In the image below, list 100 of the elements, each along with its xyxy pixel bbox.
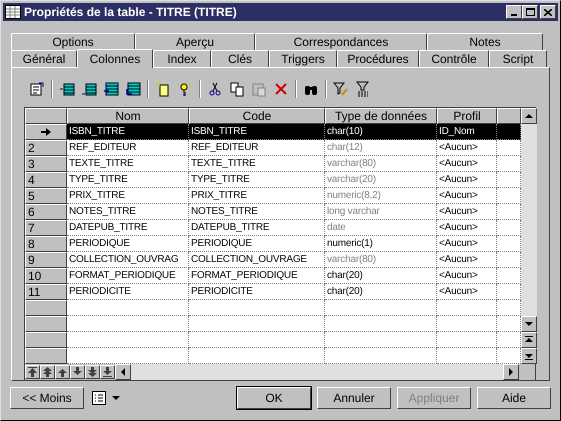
tab[interactable]: Aperçu — [135, 33, 255, 50]
page-up-button[interactable] — [40, 365, 55, 379]
row-header[interactable] — [25, 124, 67, 140]
table-cell: <Aucun> — [437, 252, 497, 268]
row-header[interactable]: 2 — [25, 140, 67, 156]
current-row-arrow-icon — [41, 128, 51, 136]
table-cell: <Aucun> — [437, 188, 497, 204]
double-down-arrow-icon — [88, 367, 97, 377]
column-header[interactable]: Profil — [437, 108, 497, 124]
row-header[interactable]: 11 — [25, 284, 67, 300]
row-header[interactable] — [25, 348, 67, 364]
empty-cell — [437, 300, 497, 316]
dialog-button[interactable]: OK — [237, 387, 311, 409]
tab[interactable]: Notes — [427, 33, 543, 50]
cut-icon[interactable] — [207, 81, 223, 97]
row-header[interactable]: 5 — [25, 188, 67, 204]
move-down-button[interactable] — [70, 365, 85, 379]
table-cell: long varchar — [325, 204, 437, 220]
table-cell: COLLECTION_OUVRAGE — [189, 252, 325, 268]
clear-filter-icon[interactable] — [355, 81, 371, 97]
minimize-button[interactable] — [506, 5, 522, 19]
window-title: Propriétés de la table - TITRE (TITRE) — [24, 4, 238, 21]
row-header[interactable] — [25, 300, 67, 316]
table-cell: PRIX_TITRE — [189, 188, 325, 204]
scroll-right-button[interactable] — [503, 364, 519, 380]
up-to-bar-icon — [28, 367, 37, 377]
dialog-button[interactable]: Annuler — [317, 387, 391, 409]
right-arrow-icon — [507, 368, 515, 376]
row-header[interactable]: 8 — [25, 236, 67, 252]
close-button[interactable] — [540, 5, 556, 19]
table-cell: numeric(8,2) — [325, 188, 437, 204]
add-row-icon[interactable] — [81, 81, 97, 97]
scroll-top-button[interactable] — [521, 332, 537, 348]
maximize-icon — [526, 8, 534, 16]
table-cell: COLLECTION_OUVRAG — [67, 252, 189, 268]
row-header[interactable]: 7 — [25, 220, 67, 236]
row-header[interactable]: 10 — [25, 268, 67, 284]
maximize-button[interactable] — [522, 5, 538, 19]
table-cell: <Aucun> — [437, 172, 497, 188]
vertical-scrollbar[interactable] — [521, 108, 537, 364]
add-rows-icon[interactable] — [103, 81, 119, 97]
up-to-bar-icon — [525, 336, 533, 344]
tab[interactable]: Script — [489, 50, 547, 67]
empty-cell — [437, 316, 497, 332]
down-to-bar-icon — [525, 352, 533, 360]
table-cell: <Aucun> — [437, 220, 497, 236]
down-to-bar-icon — [103, 367, 112, 377]
tab[interactable]: Correspondances — [255, 33, 427, 50]
page-down-button[interactable] — [85, 365, 100, 379]
tab[interactable]: Colonnes — [77, 49, 153, 68]
scroll-left-button[interactable] — [115, 364, 131, 380]
copy-icon[interactable] — [229, 81, 245, 97]
down-arrow-icon — [525, 320, 533, 328]
table-cell: numeric(1) — [325, 236, 437, 252]
scroll-up-button[interactable] — [521, 108, 537, 124]
tab[interactable]: Options — [11, 33, 135, 50]
tab[interactable]: Index — [153, 50, 211, 67]
move-up-button[interactable] — [55, 365, 70, 379]
row-header[interactable]: 4 — [25, 172, 67, 188]
table-cell: FORMAT_PERIODIQUE — [189, 268, 325, 284]
table-cell: FORMAT_PERIODIQUE — [67, 268, 189, 284]
column-header[interactable]: Type de données — [325, 108, 437, 124]
column-header[interactable]: Nom — [67, 108, 189, 124]
scroll-down-button[interactable] — [521, 316, 537, 332]
table-cell: PERIODICITE — [67, 284, 189, 300]
row-header[interactable]: 6 — [25, 204, 67, 220]
table-cell: <Aucun> — [437, 156, 497, 172]
row-header[interactable]: 9 — [25, 252, 67, 268]
tab[interactable]: Procédures — [337, 50, 419, 67]
less-button[interactable]: << Moins — [10, 387, 84, 409]
reuse-columns-icon[interactable] — [125, 81, 141, 97]
table-cell: <Aucun> — [437, 140, 497, 156]
new-item-icon[interactable] — [155, 81, 171, 97]
properties-icon[interactable] — [29, 81, 45, 97]
tab[interactable]: Triggers — [269, 50, 337, 67]
dialog-button[interactable]: Aide — [477, 387, 551, 409]
delete-icon[interactable] — [273, 81, 289, 97]
horizontal-scrollbar[interactable] — [131, 364, 503, 380]
table-cell: PERIODIQUE — [67, 236, 189, 252]
filter-icon[interactable] — [333, 81, 349, 97]
table-cell: char(20) — [325, 284, 437, 300]
insert-row-icon[interactable] — [59, 81, 75, 97]
double-up-arrow-icon — [43, 367, 52, 377]
move-bottom-button[interactable] — [100, 365, 115, 379]
move-top-button[interactable] — [25, 365, 40, 379]
table-cell: NOTES_TITRE — [67, 204, 189, 220]
table-cell: <Aucun> — [437, 284, 497, 300]
row-header[interactable] — [25, 316, 67, 332]
table-cell: TEXTE_TITRE — [189, 156, 325, 172]
column-header[interactable]: Code — [189, 108, 325, 124]
row-header[interactable] — [25, 332, 67, 348]
dropdown-caret-icon[interactable] — [112, 396, 120, 400]
table-cell: char(10) — [325, 124, 437, 140]
list-icon[interactable] — [92, 391, 106, 405]
tab[interactable]: Clés — [211, 50, 269, 67]
up-arrow-icon — [58, 367, 67, 377]
scroll-bottom-button[interactable] — [521, 348, 537, 364]
tab[interactable]: Contrôle — [419, 50, 489, 67]
row-header[interactable]: 3 — [25, 156, 67, 172]
tab[interactable]: Général — [11, 50, 77, 67]
